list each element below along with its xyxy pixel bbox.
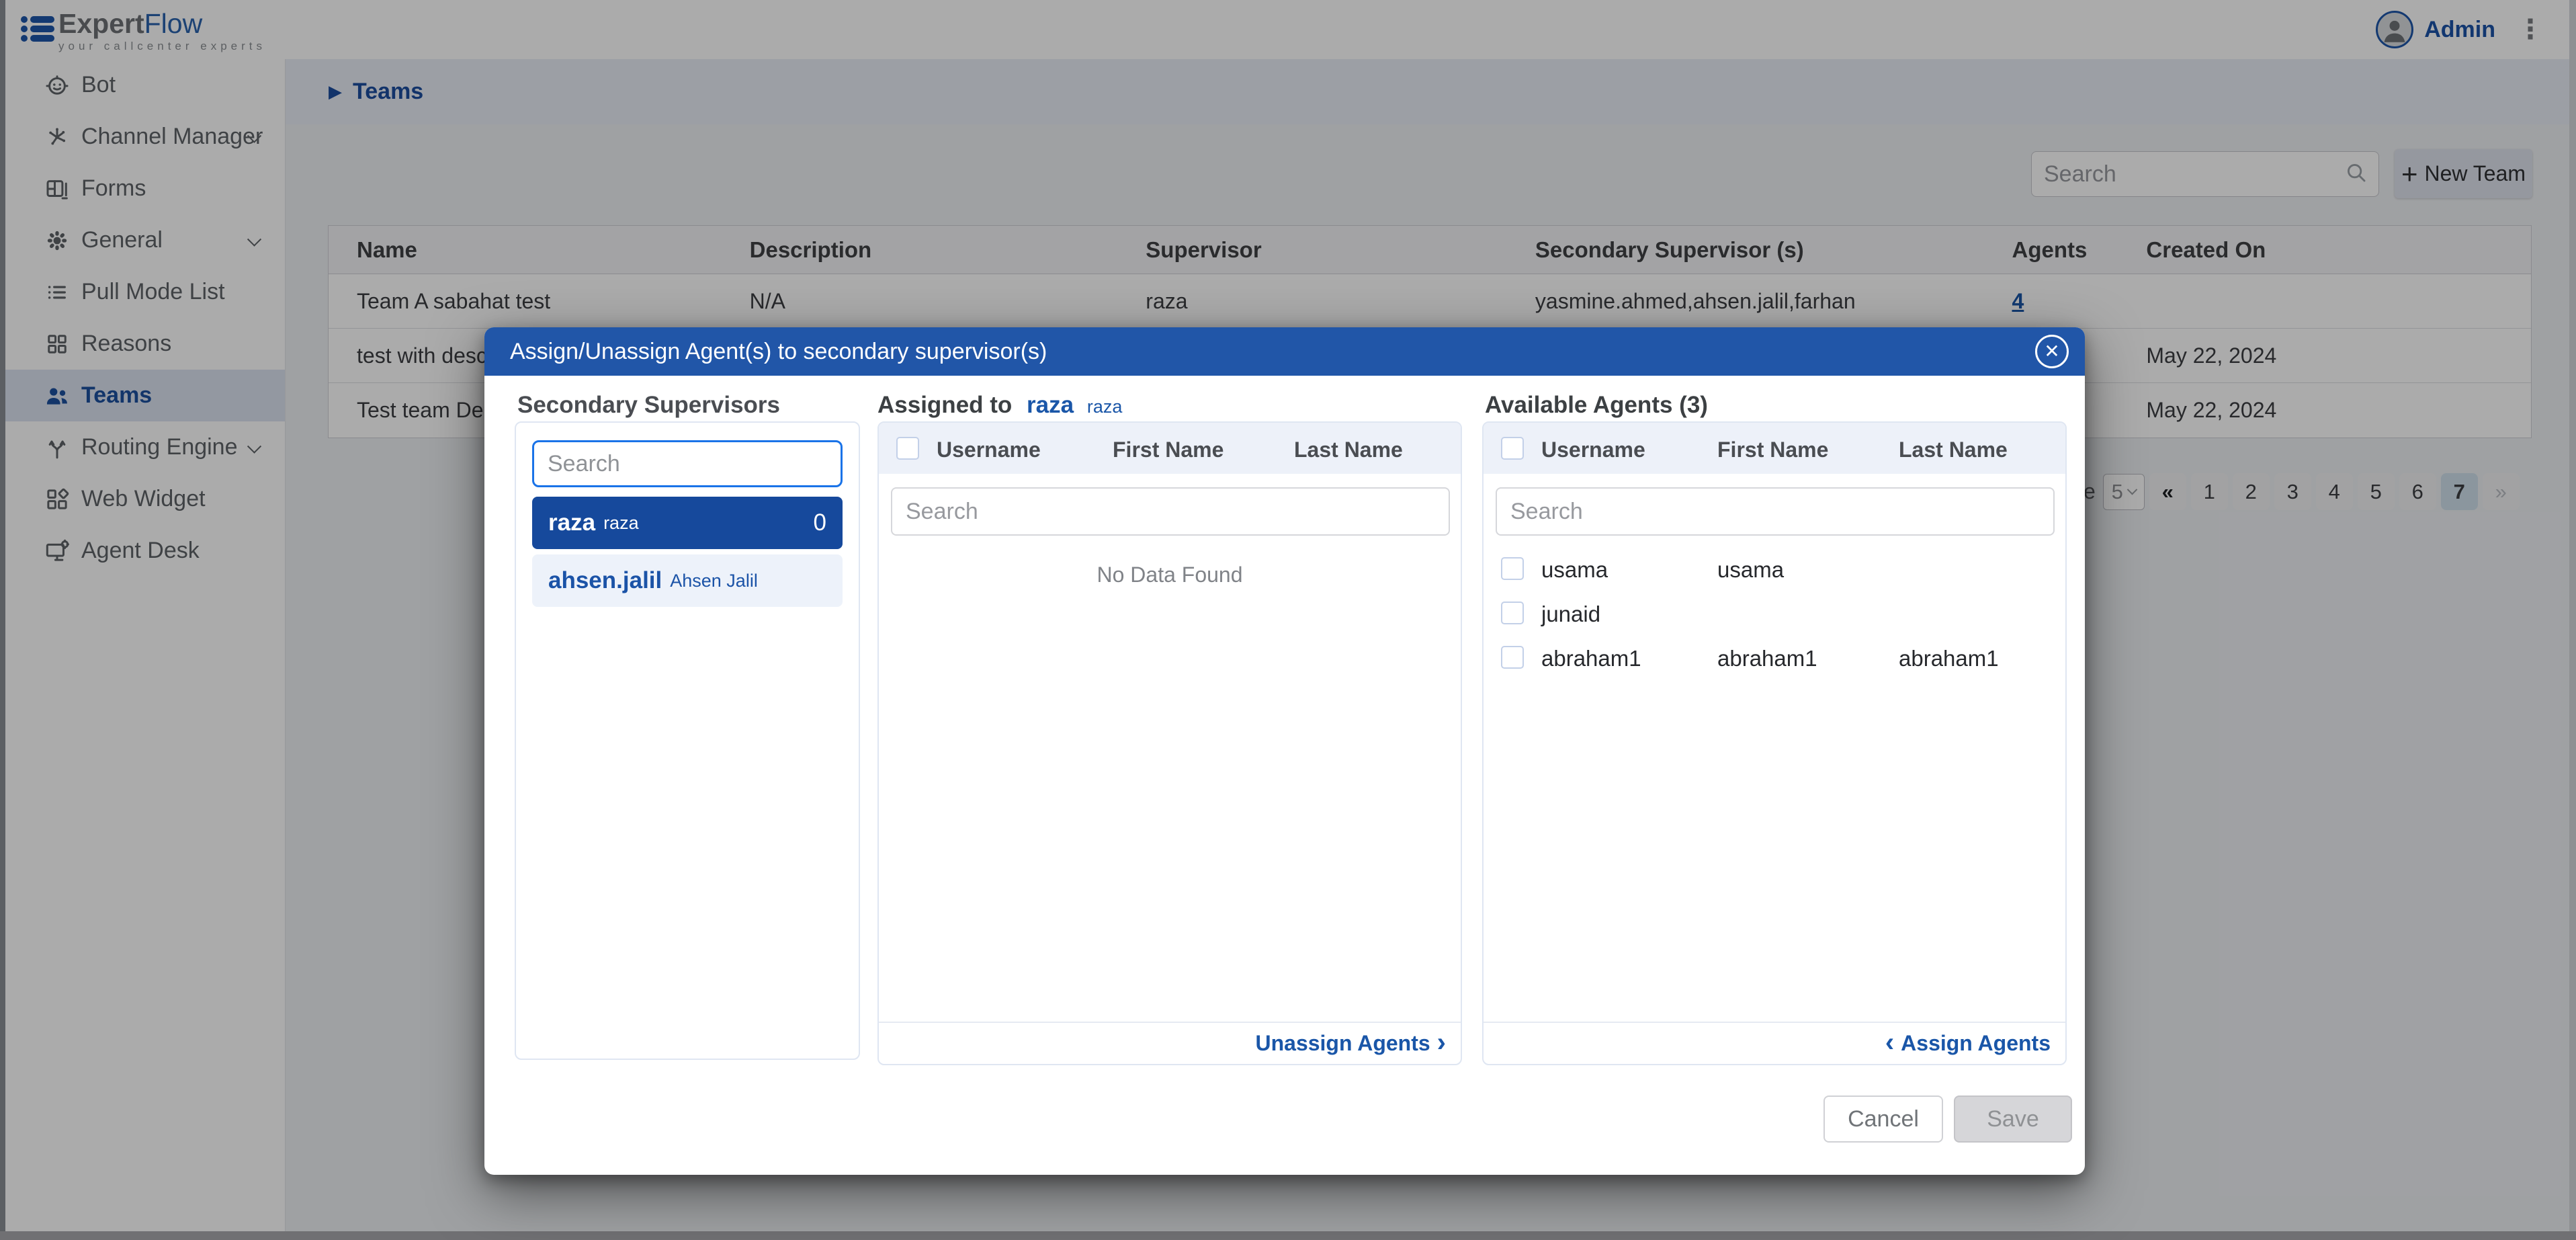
assign-agents-button[interactable]: ‹ Assign Agents — [1484, 1022, 2065, 1064]
supervisor-fullname: raza — [603, 513, 639, 534]
col-username: Username — [937, 438, 1041, 462]
agent-row-junaid[interactable]: junaid — [1484, 592, 2065, 636]
select-all-checkbox[interactable] — [1501, 437, 1524, 460]
assigned-table-header: Username First Name Last Name — [879, 423, 1461, 474]
agent-first-name: abraham1 — [1717, 646, 1817, 671]
supervisor-item-raza[interactable]: raza raza 0 — [532, 497, 843, 549]
cancel-button[interactable]: Cancel — [1823, 1096, 1943, 1143]
supervisor-item-ahsen-jalil[interactable]: ahsen.jalil Ahsen Jalil — [532, 554, 843, 607]
col-last-name: Last Name — [1294, 438, 1403, 462]
agent-checkbox[interactable] — [1501, 646, 1524, 669]
assigned-count-badge: 0 — [814, 509, 826, 536]
chevron-right-icon: › — [1437, 1029, 1446, 1056]
assigned-supervisor-name: raza — [1087, 397, 1123, 417]
unassign-agents-button[interactable]: Unassign Agents › — [879, 1022, 1461, 1064]
agent-row-abraham1[interactable]: abraham1 abraham1 abraham1 — [1484, 636, 2065, 681]
col-username: Username — [1541, 438, 1645, 462]
available-agents-panel: Username First Name Last Name usama usam… — [1482, 421, 2067, 1065]
chevron-left-icon: ‹ — [1885, 1029, 1894, 1056]
modal-title: Assign/Unassign Agent(s) to secondary su… — [510, 339, 1047, 365]
available-table-header: Username First Name Last Name — [1484, 423, 2065, 474]
assigned-to-prefix: Assigned to — [877, 392, 1012, 418]
supervisor-fullname: Ahsen Jalil — [670, 571, 758, 591]
no-data-found-text: No Data Found — [879, 563, 1461, 587]
secondary-supervisors-panel: raza raza 0 ahsen.jalil Ahsen Jalil — [515, 421, 860, 1060]
assign-agents-label: Assign Agents — [1901, 1031, 2051, 1056]
secondary-supervisors-heading: Secondary Supervisors — [517, 392, 780, 419]
col-last-name: Last Name — [1899, 438, 2008, 462]
agent-username: abraham1 — [1541, 646, 1641, 671]
available-agents-heading: Available Agents (3) — [1485, 392, 1708, 419]
agent-checkbox[interactable] — [1501, 557, 1524, 580]
agent-username: junaid — [1541, 602, 1600, 627]
agent-last-name: abraham1 — [1899, 646, 1999, 671]
col-first-name: First Name — [1717, 438, 1828, 462]
modal-header: Assign/Unassign Agent(s) to secondary su… — [484, 327, 2085, 376]
supervisor-username: ahsen.jalil — [548, 567, 662, 594]
supervisors-search-input[interactable] — [532, 440, 843, 487]
supervisor-username: raza — [548, 509, 595, 536]
assigned-agents-panel: Username First Name Last Name No Data Fo… — [877, 421, 1462, 1065]
agent-row-usama[interactable]: usama usama — [1484, 548, 2065, 592]
agent-username: usama — [1541, 557, 1608, 583]
assign-unassign-modal: Assign/Unassign Agent(s) to secondary su… — [484, 327, 2085, 1175]
app-window: ExpertFlow your callcenter experts Admin… — [0, 0, 2576, 1240]
available-search-input[interactable] — [1496, 487, 2055, 536]
assigned-supervisor-username: raza — [1027, 392, 1074, 418]
agent-checkbox[interactable] — [1501, 602, 1524, 624]
agent-first-name: usama — [1717, 557, 1784, 583]
assigned-search-input[interactable] — [891, 487, 1450, 536]
close-icon[interactable]: ✕ — [2035, 335, 2069, 368]
col-first-name: First Name — [1113, 438, 1223, 462]
unassign-agents-label: Unassign Agents — [1255, 1031, 1430, 1056]
select-all-checkbox[interactable] — [896, 437, 919, 460]
assigned-to-heading: Assigned to raza raza — [877, 392, 1122, 419]
save-button[interactable]: Save — [1954, 1096, 2072, 1143]
